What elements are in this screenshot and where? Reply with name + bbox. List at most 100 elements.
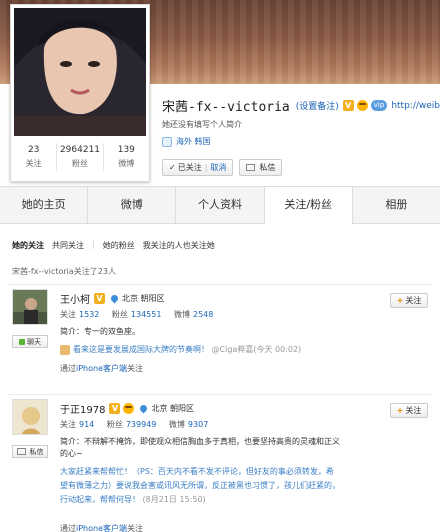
stat-weibo[interactable]: 139 微博 xyxy=(104,143,149,171)
stat-num[interactable]: 1532 xyxy=(79,310,99,319)
chat-label: 聊天 xyxy=(27,337,41,346)
followed-button[interactable]: ✓ 已关注 | 取消 xyxy=(162,159,234,176)
unfollow-link[interactable]: 取消 xyxy=(210,162,226,173)
user-name[interactable]: 于正1978 xyxy=(60,401,105,416)
post-line[interactable]: 望有微薄之力）要说我会害或讯风无所谓，反正被黑也习惯了，孩儿们赶紧的， xyxy=(60,479,340,493)
location-text[interactable]: 海外 韩国 xyxy=(176,136,211,147)
user-intro: 简介：不辩解不掩饰，即使观众相信胸血多于真相，也要坚持高贵的灵魂和正义 的心~ xyxy=(60,436,340,460)
avatar-card: 23 关注 2964211 粉丝 139 微博 xyxy=(10,4,150,182)
tab-home[interactable]: 她的主页 xyxy=(0,187,89,223)
via-link[interactable]: iPhone客户端 xyxy=(76,364,127,373)
post-line[interactable]: 行动起来，帮帮何导！ xyxy=(60,495,140,504)
user-location: 北京 朝阳区 xyxy=(151,404,194,413)
profile-name: 宋茜-fx--victoria xyxy=(162,100,290,115)
profile-location: 海外 韩国 xyxy=(162,136,211,147)
post-meta: (8月21日 15:50) xyxy=(142,495,206,504)
message-label: 私信 xyxy=(259,163,276,172)
stat-label: 粉丝 xyxy=(111,310,128,319)
post-line[interactable]: 大家赶紧来帮帮忙！（PS：百天内不看不发不评论，但好友的事必须转发，希 xyxy=(60,465,340,479)
user-stats: 关注 914 粉丝 739949 微博 9307 xyxy=(60,419,218,430)
via-suffix: 关注 xyxy=(127,364,144,373)
stat-label: 微博 xyxy=(168,420,185,429)
stat-label: 粉丝 xyxy=(106,420,123,429)
follow-button[interactable]: + 关注 xyxy=(390,403,428,418)
user-latest-post: 看来这是要发展成国际大牌的节奏啊！ @Ciga粹嘉(今天 00:02) xyxy=(60,343,301,357)
location-icon xyxy=(139,403,149,414)
separator: | xyxy=(204,163,208,172)
chat-button[interactable]: 聊天 xyxy=(12,335,48,348)
intro-line: 简介：不辩解不掩饰，即使观众相信胸血多于真相，也要坚持高贵的灵魂和正义 xyxy=(60,437,340,446)
user-location: 北京 朝阳区 xyxy=(122,294,165,303)
follow-label: 关注 xyxy=(405,296,422,305)
user-name[interactable]: 王小柯 xyxy=(60,291,90,306)
stat-label: 粉丝 xyxy=(71,159,88,168)
user-avatar[interactable] xyxy=(12,289,48,325)
follow-label: 关注 xyxy=(405,406,422,415)
user-stats: 关注 1532 粉丝 134551 微博 2548 xyxy=(60,309,223,320)
list-item: 聊天 王小柯 V 北京 朝阳区 关注 1532 粉丝 134551 微博 2548 简… xyxy=(8,284,432,373)
stat-label: 微博 xyxy=(174,310,190,319)
stat-label: 关注 xyxy=(60,310,76,319)
subtabs: 她的关注 共同关注 | 她的粉丝 我关注的人也关注她 xyxy=(12,240,223,251)
user-intro: 简介：专一的双鱼座。 xyxy=(60,327,140,336)
online-icon xyxy=(19,338,25,345)
followed-label: 已关注 xyxy=(177,163,202,172)
stat-following[interactable]: 23 关注 xyxy=(11,143,58,171)
subtab-also-following[interactable]: 我关注的人也关注她 xyxy=(143,240,215,251)
tab-profile[interactable]: 个人资料 xyxy=(176,187,265,223)
plus-icon: + xyxy=(396,296,404,305)
profile-url-link[interactable]: http://weibo. xyxy=(391,101,440,111)
verified-icon: V xyxy=(342,100,354,111)
stat-num[interactable]: 739949 xyxy=(126,420,157,429)
via-prefix: 通过 xyxy=(60,364,76,373)
set-remark-link[interactable]: (设置备注) xyxy=(296,99,339,112)
post-text[interactable]: 看来这是要发展成国际大牌的节奏啊！ xyxy=(73,345,209,354)
stat-num: 139 xyxy=(117,145,135,155)
follow-button[interactable]: + 关注 xyxy=(390,293,428,308)
avatar[interactable] xyxy=(14,8,146,136)
message-button[interactable]: 私信 xyxy=(239,159,283,176)
check-icon: ✓ xyxy=(169,163,176,172)
list-item: 私信 于正1978 V 北京 朝阳区 关注 914 粉丝 739949 微博 9307… xyxy=(8,394,432,532)
user-avatar[interactable] xyxy=(12,399,48,435)
stat-num[interactable]: 2548 xyxy=(193,310,213,319)
stat-fans[interactable]: 2964211 粉丝 xyxy=(57,143,104,171)
stat-label: 微博 xyxy=(118,159,135,168)
tab-album[interactable]: 相册 xyxy=(353,187,440,223)
profile-bio: 她还没有填写个人简介 xyxy=(162,120,242,129)
message-icon xyxy=(16,448,26,455)
subtab-her-following[interactable]: 她的关注 xyxy=(12,240,44,251)
profile-actions: ✓ 已关注 | 取消 私信 xyxy=(162,159,288,176)
following-count: 宋茜-fx--victoria关注了23人 xyxy=(12,267,116,276)
tab-weibo[interactable]: 微博 xyxy=(88,187,177,223)
separator: | xyxy=(92,240,95,249)
profile-name-line: 宋茜-fx--victoria (设置备注) V vip http://weib… xyxy=(162,96,440,115)
via-link[interactable]: iPhone客户端 xyxy=(76,524,127,532)
user-latest-post: 大家赶紧来帮帮忙！（PS：百天内不看不发不评论，但好友的事必须转发，希 望有微薄… xyxy=(60,465,340,507)
stat-num[interactable]: 134551 xyxy=(131,310,162,319)
stat-label: 关注 xyxy=(25,159,42,168)
message-button[interactable]: 私信 xyxy=(12,445,48,458)
follow-via: 通过iPhone客户端关注 xyxy=(60,363,143,374)
member-icon xyxy=(356,100,368,111)
post-meta: @Ciga粹嘉(今天 00:02) xyxy=(211,345,302,354)
stat-num: 23 xyxy=(27,145,40,155)
intro-line: 的心~ xyxy=(60,449,83,458)
stat-num[interactable]: 9307 xyxy=(188,420,208,429)
message-label: 私信 xyxy=(29,447,44,456)
plus-icon: + xyxy=(396,406,404,415)
profile-tabs: 她的主页 微博 个人资料 关注/粉丝 相册 xyxy=(0,186,440,225)
verified-icon: V xyxy=(94,293,105,304)
tab-following-fans[interactable]: 关注/粉丝 xyxy=(264,187,353,225)
subtab-mutual[interactable]: 共同关注 xyxy=(52,240,84,251)
message-icon xyxy=(246,164,256,171)
subtab-her-fans[interactable]: 她的粉丝 xyxy=(103,240,135,251)
user-name-line: 王小柯 V 北京 朝阳区 xyxy=(60,291,165,306)
via-prefix: 通过 xyxy=(60,524,76,532)
vip-icon: vip xyxy=(370,100,388,111)
location-icon xyxy=(162,136,172,147)
member-icon xyxy=(123,403,135,414)
stat-num[interactable]: 914 xyxy=(79,420,94,429)
stat-num: 2964211 xyxy=(59,145,101,155)
profile-stats: 23 关注 2964211 粉丝 139 微博 xyxy=(11,143,149,171)
